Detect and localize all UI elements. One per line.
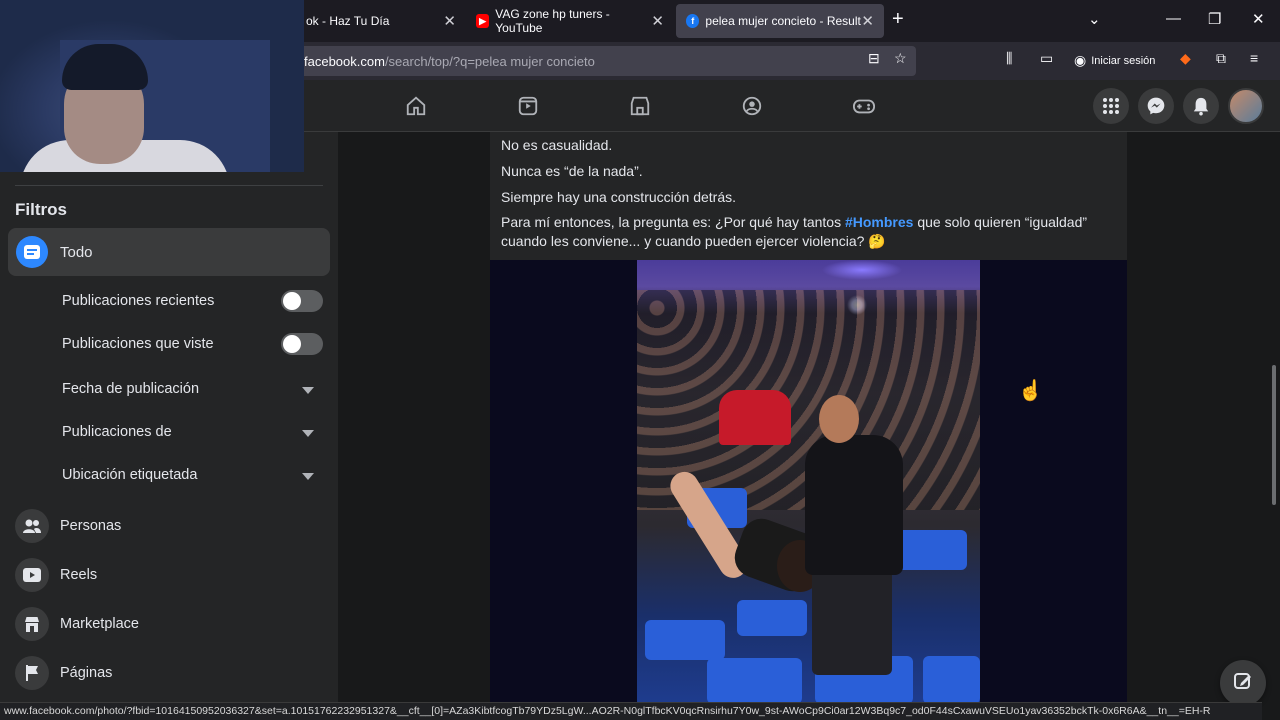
close-icon[interactable]: ✕ — [861, 12, 874, 30]
post-card: No es casualidad. Nunca es “de la nada”.… — [490, 132, 1127, 704]
profile-avatar[interactable] — [1228, 88, 1264, 124]
post-text-paragraph: Para mí entonces, la pregunta es: ¿Por q… — [501, 213, 1111, 251]
menu-icon[interactable]: ≡ — [1250, 50, 1258, 66]
post-text-line: Siempre hay una construcción detrás. — [501, 189, 737, 205]
figure-shape — [812, 565, 892, 675]
reader-view-icon[interactable]: ⊟ — [868, 50, 880, 67]
reels-play-icon — [15, 558, 49, 592]
sidebar-item-reels[interactable]: Reels — [15, 557, 97, 593]
maximize-icon[interactable]: ❐ — [1208, 10, 1221, 28]
tab-haz-tu-dia[interactable]: ok - Haz Tu Día ✕ — [296, 4, 466, 38]
seat-shape — [923, 656, 980, 704]
compose-edit-icon — [1233, 671, 1253, 696]
minimize-icon[interactable]: — — [1166, 10, 1181, 27]
post-text-segment: Para mí entonces, la pregunta es: ¿Por q… — [501, 214, 845, 230]
post-photo-container[interactable] — [490, 260, 1127, 704]
search-results-feed: No es casualidad. Nunca es “de la nada”.… — [338, 132, 1280, 704]
page-scrollbar[interactable] — [1272, 365, 1276, 505]
home-icon[interactable] — [403, 94, 429, 118]
close-window-icon[interactable]: ✕ — [1252, 10, 1265, 28]
sign-in-button[interactable]: ◉ Iniciar sesión — [1074, 52, 1155, 69]
marketplace-icon[interactable] — [627, 94, 653, 118]
sidebar-item-pages[interactable]: Páginas — [15, 655, 112, 691]
seat-shape — [707, 658, 802, 704]
tab-title: ok - Haz Tu Día — [306, 14, 390, 28]
facebook-icon: f — [686, 14, 700, 28]
new-tab-button[interactable]: + — [892, 8, 904, 31]
new-message-button[interactable] — [1220, 660, 1266, 706]
recent-posts-label: Publicaciones recientes — [62, 293, 215, 309]
sidebar-item-marketplace[interactable]: Marketplace — [15, 606, 139, 642]
close-icon[interactable]: ✕ — [443, 12, 456, 30]
sidebar-item-label: Personas — [60, 518, 122, 534]
chevron-down-icon[interactable]: ⌄ — [1088, 10, 1101, 28]
red-jacket-shape — [719, 390, 791, 445]
messenger-icon[interactable] — [1138, 88, 1174, 124]
filters-heading: Filtros — [15, 200, 67, 219]
bookmark-star-icon[interactable]: ☆ — [894, 50, 907, 67]
sidebar-item-label: Reels — [60, 567, 98, 583]
figure-shape — [819, 395, 859, 443]
seen-posts-label: Publicaciones que viste — [62, 336, 214, 352]
search-filters-sidebar: Filtros Todo Publicaciones recientes Pub… — [0, 132, 338, 704]
hashtag-link[interactable]: #Hombres — [845, 214, 913, 230]
seat-shape — [737, 600, 807, 636]
close-icon[interactable]: ✕ — [651, 12, 664, 30]
tagged-location-dropdown[interactable]: Ubicación etiquetada — [62, 467, 197, 483]
post-photo[interactable] — [637, 260, 980, 704]
date-posted-dropdown[interactable]: Fecha de publicación — [62, 381, 199, 397]
sidebar-toggle-icon[interactable]: ▭ — [1040, 50, 1053, 67]
tab-facebook-search[interactable]: f pelea mujer concieto - Resultad ✕ — [676, 4, 884, 38]
seen-posts-toggle[interactable] — [281, 333, 323, 355]
flag-icon — [15, 656, 49, 690]
url-path: /search/top/?q=pelea mujer concieto — [384, 53, 595, 69]
sidebar-item-label: Páginas — [60, 665, 113, 681]
posts-from-dropdown[interactable]: Publicaciones de — [62, 424, 172, 440]
people-icon — [15, 509, 49, 543]
seat-shape — [645, 620, 725, 660]
webcam-overlay — [0, 0, 304, 172]
tab-title: pelea mujer concieto - Resultad — [705, 14, 862, 28]
sign-in-label: Iniciar sesión — [1091, 54, 1156, 67]
tab-youtube[interactable]: ▶ VAG zone hp tuners - YouTube ✕ — [466, 4, 674, 38]
url-host: facebook.com — [304, 53, 385, 69]
filter-all-label: Todo — [60, 243, 93, 261]
recent-posts-toggle[interactable] — [281, 290, 323, 312]
chevron-down-icon[interactable] — [302, 473, 314, 480]
menu-grid-icon[interactable] — [1093, 88, 1129, 124]
link-status-bar: www.facebook.com/photo/?fbid=10164150952… — [0, 702, 1262, 720]
feed-icon — [16, 236, 48, 268]
groups-icon[interactable] — [739, 94, 765, 118]
post-text-line: Nunca es “de la nada”. — [501, 163, 643, 179]
address-bar[interactable]: facebook.com /search/top/?q=pelea mujer … — [296, 46, 916, 76]
sidebar-item-label: Marketplace — [60, 616, 139, 632]
notifications-bell-icon[interactable] — [1183, 88, 1219, 124]
marketplace-store-icon — [15, 607, 49, 641]
filter-all-selected[interactable]: Todo — [8, 228, 330, 276]
extension-fox-icon[interactable]: ◆ — [1180, 50, 1191, 67]
divider — [15, 185, 323, 186]
hand-cursor-icon: ☝ — [1018, 380, 1043, 402]
chevron-down-icon[interactable] — [302, 387, 314, 394]
library-icon[interactable]: ⫼ — [1006, 50, 1012, 67]
chevron-down-icon[interactable] — [302, 430, 314, 437]
gaming-icon[interactable] — [851, 94, 877, 118]
account-icon: ◉ — [1074, 52, 1087, 68]
figure-shape — [805, 435, 903, 575]
youtube-icon: ▶ — [476, 14, 490, 28]
tab-title: VAG zone hp tuners - YouTube — [495, 7, 610, 35]
post-text-line: No es casualidad. — [501, 137, 613, 153]
sidebar-item-people[interactable]: Personas — [15, 508, 121, 544]
video-reels-icon[interactable] — [515, 94, 541, 118]
extensions-puzzle-icon[interactable]: ⧉ — [1216, 50, 1226, 67]
